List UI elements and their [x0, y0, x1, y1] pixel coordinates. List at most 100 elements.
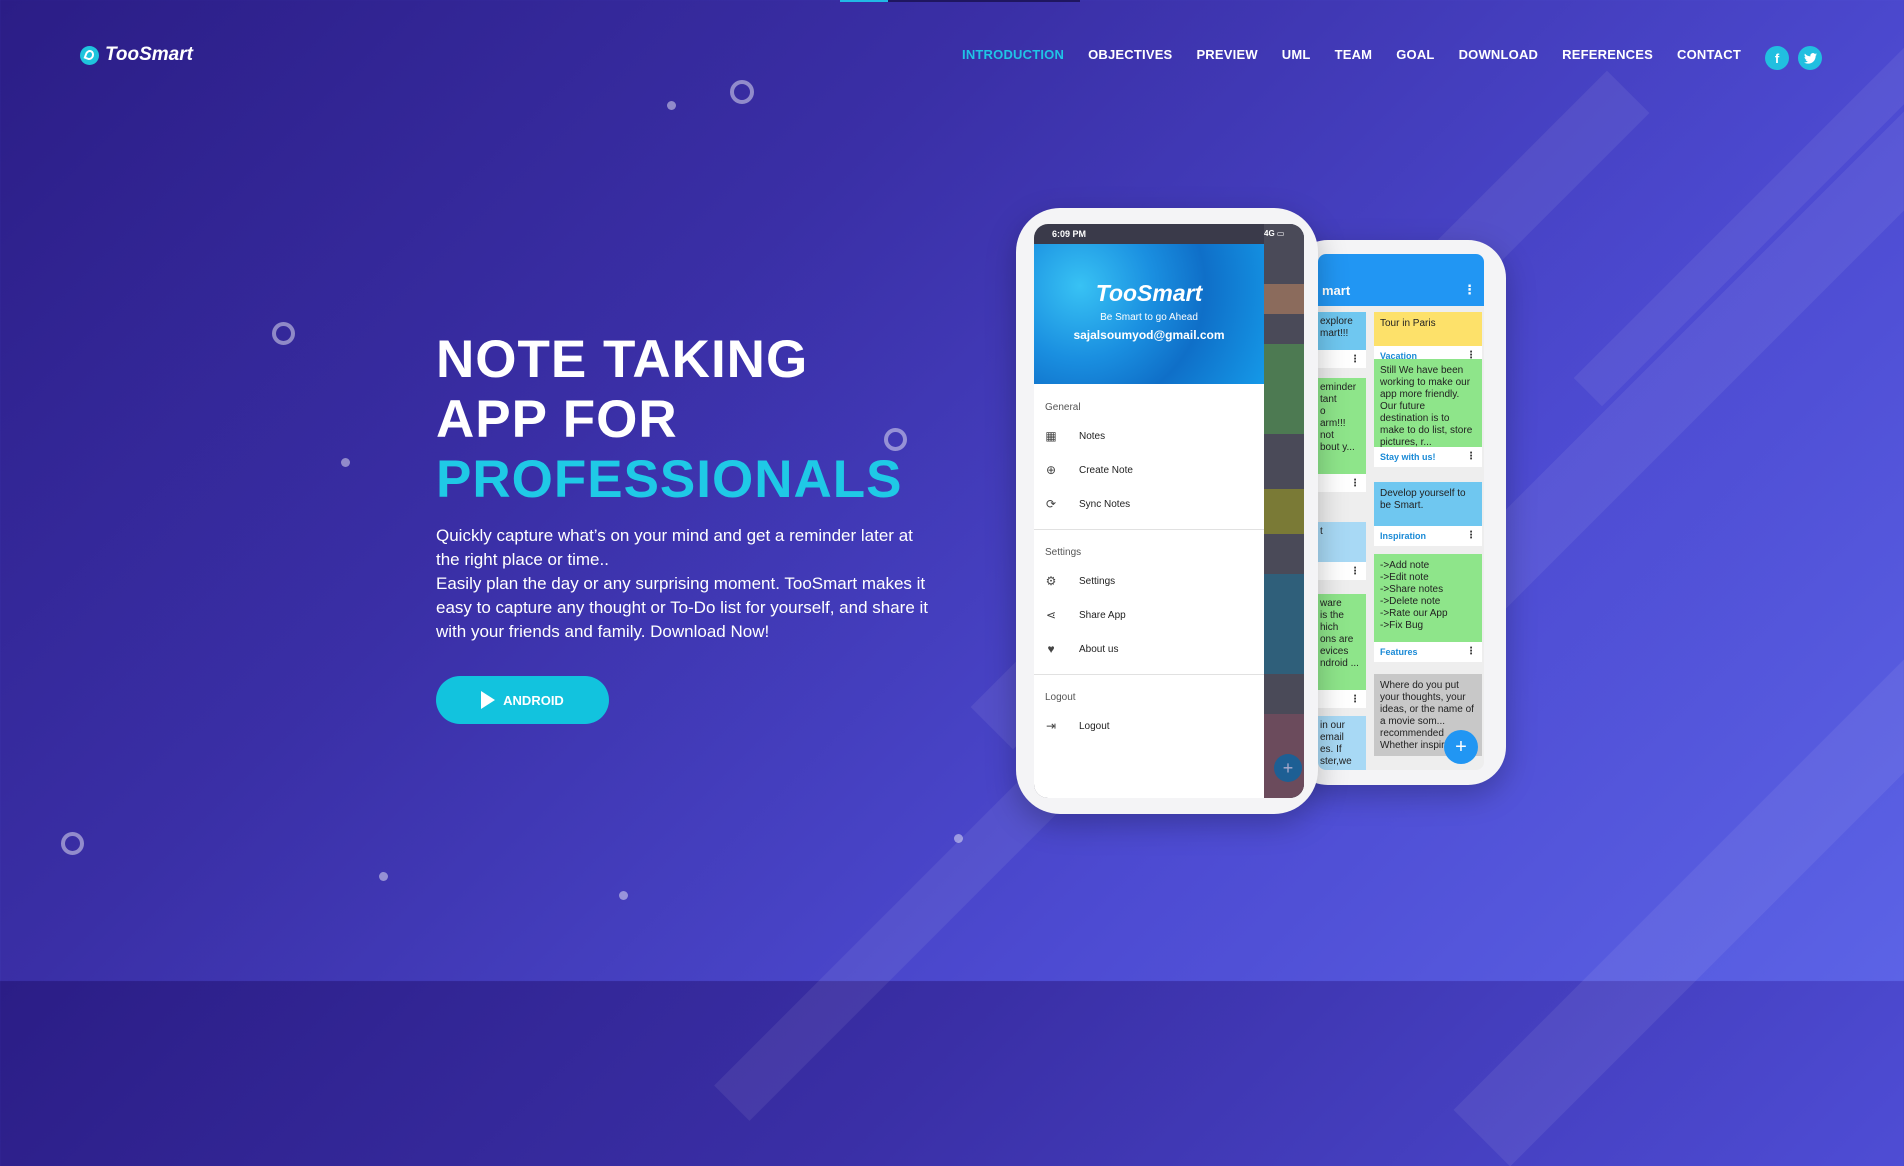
- drawer-item-label: Sync Notes: [1079, 498, 1131, 510]
- hero-desc-para1: Quickly capture what’s on your mind and …: [436, 526, 913, 569]
- note-tag-label: Inspiration: [1380, 531, 1427, 541]
- share-icon: ⋖: [1045, 608, 1057, 622]
- hero-title-highlight: PROFESSIONALS: [436, 450, 903, 509]
- note-menu-icon[interactable]: ⋮: [1466, 451, 1476, 462]
- app-bar-menu-icon[interactable]: ⋮: [1463, 282, 1476, 298]
- note-card[interactable]: Still We have been working to make our a…: [1374, 359, 1482, 447]
- drawer-item-label: Share App: [1079, 609, 1126, 621]
- nav-link-team[interactable]: TEAM: [1335, 47, 1373, 62]
- drawer-divider: [1034, 529, 1264, 530]
- android-download-button[interactable]: ANDROID: [436, 676, 609, 724]
- drawer-item-label: About us: [1079, 643, 1119, 655]
- logo-icon: [80, 45, 99, 65]
- status-time: 6:09 PM: [1052, 229, 1087, 239]
- decor-ring: [61, 832, 84, 855]
- decor-ring: [730, 80, 754, 104]
- hero-title-line1: NOTE TAKING: [436, 330, 809, 389]
- nav-link-contact[interactable]: CONTACT: [1677, 47, 1741, 62]
- top-progress-bar: [840, 0, 1080, 2]
- nav-link-introduction[interactable]: INTRODUCTION: [962, 47, 1064, 62]
- note-menu-icon[interactable]: ⋮: [1350, 694, 1360, 705]
- sync-icon: ⟳: [1045, 497, 1057, 511]
- note-menu-icon[interactable]: ⋮: [1350, 478, 1360, 489]
- note-tag: ⋮: [1318, 690, 1366, 708]
- status-bar: 6:09 PM: [1034, 224, 1264, 244]
- note-tag: ⋮: [1318, 350, 1366, 368]
- phone-mockup-front: + 6:09 PM 4G ▭ TooSmart Be Smart to go A…: [1016, 208, 1318, 814]
- note-menu-icon[interactable]: ⋮: [1466, 530, 1476, 541]
- dimmed-content: +: [1264, 224, 1304, 798]
- logout-icon: ⇥: [1045, 719, 1057, 733]
- brand-name: TooSmart: [105, 44, 193, 65]
- drawer-tagline: Be Smart to go Ahead: [1100, 312, 1198, 323]
- note-card[interactable]: ware is the hich ons are evices ndroid .…: [1318, 594, 1366, 690]
- note-menu-icon[interactable]: ⋮: [1350, 354, 1360, 365]
- note-tag: Inspiration ⋮: [1374, 526, 1482, 546]
- phone-front-screen: + 6:09 PM 4G ▭ TooSmart Be Smart to go A…: [1034, 224, 1304, 798]
- drawer-item-share-app[interactable]: ⋖ Share App: [1045, 608, 1126, 622]
- decor-ring: [272, 322, 295, 345]
- note-tag: ⋮: [1318, 474, 1366, 492]
- add-note-fab[interactable]: +: [1444, 730, 1478, 764]
- drawer-header: TooSmart Be Smart to go Ahead sajalsoumy…: [1034, 244, 1264, 384]
- hero-title-line2: APP FOR: [436, 390, 678, 449]
- note-tag: ⋮: [1318, 562, 1366, 580]
- decor-dot: [954, 834, 963, 843]
- note-card[interactable]: ->Add note ->Edit note ->Share notes ->D…: [1374, 554, 1482, 642]
- status-signal: 4G ▭: [1264, 229, 1285, 238]
- add-circle-icon: ⊕: [1045, 463, 1057, 477]
- calendar-icon: ▦: [1045, 429, 1057, 443]
- android-button-label: ANDROID: [503, 692, 564, 708]
- drawer-item-label: Create Note: [1079, 464, 1133, 476]
- decor-dot: [619, 891, 628, 900]
- phone-back-screen: mart ⋮ explore mart!!! ⋮ eminder tant o ar…: [1318, 254, 1484, 770]
- nav-link-references[interactable]: REFERENCES: [1562, 47, 1653, 62]
- note-card[interactable]: Tour in Paris: [1374, 312, 1482, 346]
- app-bar-title: mart: [1322, 283, 1351, 298]
- note-tag: Stay with us! ⋮: [1374, 447, 1482, 467]
- drawer-item-create-note[interactable]: ⊕ Create Note: [1045, 463, 1133, 477]
- phone-mockup-back: mart ⋮ explore mart!!! ⋮ eminder tant o ar…: [1290, 240, 1506, 785]
- drawer-item-about-us[interactable]: ♥ About us: [1045, 642, 1118, 656]
- drawer-brand: TooSmart: [1095, 280, 1203, 306]
- facebook-icon[interactable]: f: [1765, 46, 1789, 70]
- drawer-section-logout: Logout: [1045, 692, 1076, 703]
- hero-desc-para2: Easily plan the day or any surprising mo…: [436, 574, 929, 641]
- brand-logo[interactable]: TooSmart: [80, 44, 193, 66]
- nav-link-preview[interactable]: PREVIEW: [1196, 47, 1257, 62]
- drawer-item-logout[interactable]: ⇥ Logout: [1045, 719, 1110, 733]
- status-bar: [1318, 254, 1484, 274]
- note-menu-icon[interactable]: ⋮: [1466, 646, 1476, 657]
- note-card[interactable]: Develop yourself to be Smart.: [1374, 482, 1482, 526]
- navigation-drawer: General ▦ Notes ⊕ Create Note ⟳ Sync Notes Sett…: [1034, 384, 1264, 798]
- hero-title: NOTE TAKING APP FOR PROFESSIONALS: [436, 330, 903, 510]
- drawer-item-label: Logout: [1079, 720, 1110, 732]
- drawer-item-notes[interactable]: ▦ Notes: [1045, 429, 1105, 443]
- main-nav: INTRODUCTION OBJECTIVES PREVIEW UML TEAM GOAL…: [962, 47, 1741, 62]
- play-icon: [481, 691, 496, 709]
- gear-icon: ⚙: [1045, 574, 1057, 588]
- note-tag-label: Stay with us!: [1380, 452, 1436, 462]
- drawer-item-label: Settings: [1079, 575, 1116, 587]
- nav-link-objectives[interactable]: OBJECTIVES: [1088, 47, 1172, 62]
- drawer-item-settings[interactable]: ⚙ Settings: [1045, 574, 1116, 588]
- status-network: 4G: [1264, 229, 1275, 238]
- app-bar: mart ⋮: [1318, 274, 1484, 306]
- note-card[interactable]: explore mart!!!: [1318, 312, 1366, 350]
- drawer-divider: [1034, 674, 1264, 675]
- note-menu-icon[interactable]: ⋮: [1350, 566, 1360, 577]
- decor-dot: [379, 872, 388, 881]
- note-tag: Features ⋮: [1374, 642, 1482, 662]
- hero-description: Quickly capture what’s on your mind and …: [436, 524, 936, 644]
- nav-link-download[interactable]: DOWNLOAD: [1459, 47, 1539, 62]
- nav-link-uml[interactable]: UML: [1282, 47, 1311, 62]
- decor-dot: [341, 458, 350, 467]
- twitter-icon[interactable]: [1798, 46, 1822, 70]
- nav-link-goal[interactable]: GOAL: [1396, 47, 1434, 62]
- drawer-section-general: General: [1045, 402, 1081, 413]
- drawer-item-sync-notes[interactable]: ⟳ Sync Notes: [1045, 497, 1130, 511]
- drawer-item-label: Notes: [1079, 430, 1106, 442]
- note-card[interactable]: t: [1318, 522, 1366, 562]
- note-card[interactable]: in our email es. If ster,we a: [1318, 716, 1366, 770]
- note-card[interactable]: eminder tant o arm!!! not bout y...: [1318, 378, 1366, 474]
